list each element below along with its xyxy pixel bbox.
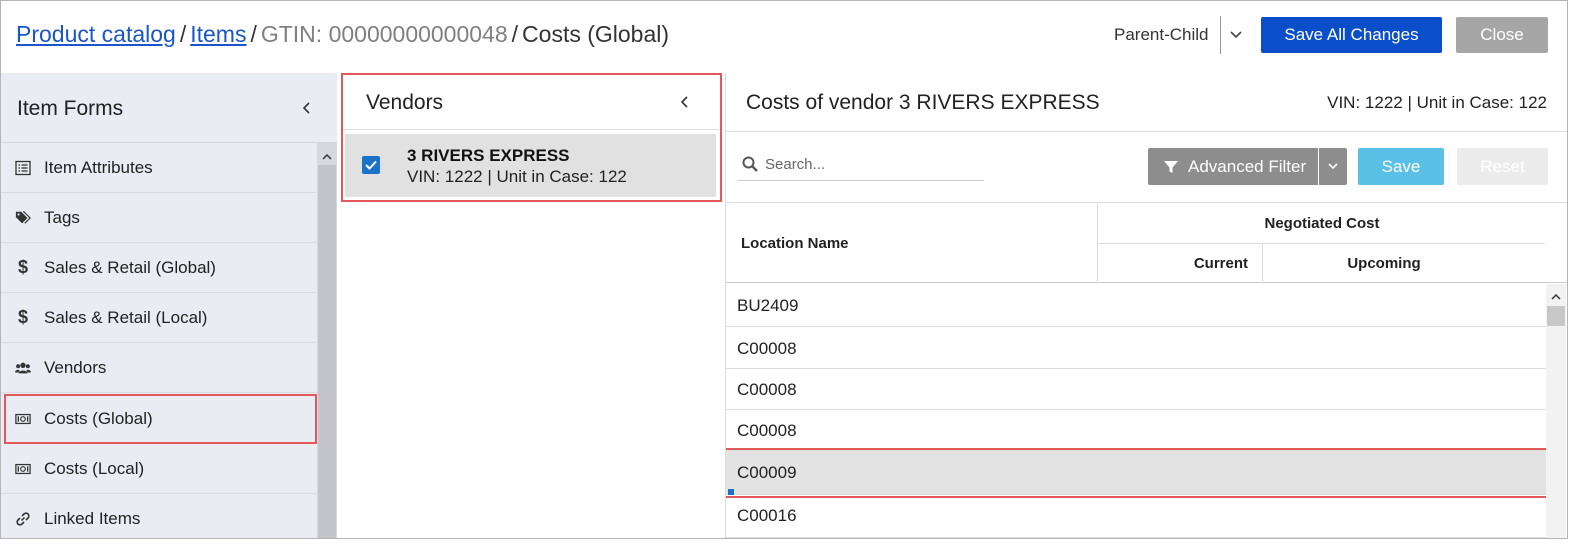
- sidebar-item-linked-items[interactable]: Linked Items: [1, 494, 317, 538]
- advanced-filter-label: Advanced Filter: [1188, 156, 1307, 176]
- item-forms-sidebar: Item Forms Item Attributes Tags $ Sales …: [1, 73, 337, 538]
- sidebar-item-label: Sales & Retail (Local): [44, 307, 208, 327]
- reset-button[interactable]: Reset: [1457, 148, 1548, 185]
- link-icon: [15, 511, 31, 527]
- sidebar-item-costs-global[interactable]: Costs (Global): [4, 394, 317, 444]
- tags-icon: [15, 210, 31, 226]
- app-window: Product catalog / Items / GTIN: 000000000000…: [0, 0, 1568, 539]
- scrollbar-thumb[interactable]: [318, 165, 336, 538]
- sidebar-item-tags[interactable]: Tags: [1, 193, 317, 243]
- page-header: Product catalog / Items / GTIN: 000000000000…: [1, 1, 1567, 73]
- table-scrollbar[interactable]: [1546, 284, 1566, 538]
- filter-icon: [1163, 159, 1179, 175]
- sidebar-item-costs-local[interactable]: Costs (Local): [1, 444, 317, 494]
- column-header-upcoming[interactable]: Upcoming: [1263, 255, 1505, 272]
- sidebar-item-label: Costs (Local): [44, 458, 145, 478]
- breadcrumb: Product catalog / Items / GTIN: 000000000000…: [16, 21, 669, 48]
- sidebar-header: Item Forms: [1, 73, 337, 143]
- breadcrumb-product-catalog[interactable]: Product catalog: [16, 21, 176, 47]
- search-input[interactable]: [765, 151, 980, 177]
- save-all-changes-button[interactable]: Save All Changes: [1261, 17, 1442, 53]
- sidebar-title: Item Forms: [17, 97, 124, 120]
- sidebar-item-label: Sales & Retail (Global): [44, 257, 216, 277]
- sidebar-item-sales-retail-global[interactable]: $ Sales & Retail (Global): [1, 243, 317, 293]
- save-button[interactable]: Save: [1358, 148, 1444, 185]
- list-icon: [15, 160, 31, 176]
- column-group-negotiated-cost: Negotiated Cost: [1264, 215, 1380, 232]
- chevron-down-icon: [1328, 163, 1338, 170]
- vendor-details: VIN: 1222 | Unit in Case: 122: [407, 167, 627, 186]
- search-box: [738, 149, 984, 181]
- chevron-left-icon[interactable]: [298, 99, 316, 117]
- chevron-left-icon[interactable]: [676, 93, 694, 111]
- sidebar-list: Item Attributes Tags $ Sales & Retail (G…: [1, 143, 317, 538]
- sidebar-item-item-attributes[interactable]: Item Attributes: [1, 143, 317, 193]
- costs-title: Costs of vendor 3 RIVERS EXPRESS: [746, 91, 1100, 114]
- money-icon: [15, 411, 31, 427]
- money-icon: [15, 461, 31, 477]
- chevron-down-icon[interactable]: [1227, 23, 1245, 45]
- mode-divider: [1220, 16, 1221, 54]
- vendor-checkbox[interactable]: [362, 156, 380, 174]
- breadcrumb-items[interactable]: Items: [190, 21, 246, 47]
- advanced-filter-button[interactable]: Advanced Filter: [1148, 148, 1318, 185]
- dollar-icon: $: [17, 307, 28, 327]
- column-header-current[interactable]: Current: [1098, 255, 1248, 272]
- vendor-name: 3 RIVERS EXPRESS: [407, 146, 570, 165]
- advanced-filter-dropdown-button[interactable]: [1319, 148, 1347, 185]
- breadcrumb-current: Costs (Global): [522, 21, 670, 47]
- location-cell: BU2409: [737, 296, 799, 315]
- sidebar-item-label: Vendors: [44, 357, 107, 377]
- scrollbar-thumb[interactable]: [1547, 306, 1565, 326]
- table-row[interactable]: C00008: [726, 410, 1546, 451]
- location-cell: C00016: [737, 506, 797, 525]
- row-highlight: [726, 448, 1546, 498]
- table-header: Location Name Negotiated Cost Current Up…: [726, 202, 1567, 283]
- column-header-location[interactable]: Location Name: [741, 235, 849, 252]
- costs-vendor-meta: VIN: 1222 | Unit in Case: 122: [1327, 93, 1547, 112]
- table-row[interactable]: C00016: [726, 495, 1546, 538]
- sidebar-item-label: Tags: [44, 207, 80, 227]
- scroll-up-icon[interactable]: [321, 149, 333, 160]
- costs-panel: Costs of vendor 3 RIVERS EXPRESS VIN: 12…: [725, 73, 1567, 538]
- vendor-card[interactable]: 3 RIVERS EXPRESS VIN: 1222 | Unit in Cas…: [345, 134, 716, 197]
- scroll-up-icon[interactable]: [1550, 289, 1562, 300]
- users-icon: [15, 360, 31, 376]
- location-cell: C00008: [737, 380, 797, 399]
- sidebar-item-label: Costs (Global): [44, 408, 153, 428]
- table-row[interactable]: C00008: [726, 369, 1546, 410]
- mode-label: Parent-Child: [1114, 25, 1209, 44]
- sidebar-item-label: Linked Items: [44, 508, 141, 528]
- divider: [343, 129, 719, 130]
- breadcrumb-gtin: GTIN: 00000000000048: [260, 21, 508, 47]
- breadcrumb-separator: /: [179, 21, 187, 47]
- dollar-icon: $: [17, 257, 28, 277]
- close-button[interactable]: Close: [1456, 17, 1548, 53]
- vendors-panel: Vendors 3 RIVERS EXPRESS VIN: 1222 | Uni…: [337, 73, 725, 538]
- table-row[interactable]: C00008: [726, 327, 1546, 369]
- vendors-title: Vendors: [366, 91, 444, 114]
- location-cell: C00008: [737, 421, 797, 440]
- breadcrumb-separator: /: [250, 21, 257, 47]
- sidebar-item-vendors[interactable]: Vendors: [1, 343, 317, 393]
- breadcrumb-separator: /: [511, 21, 519, 47]
- sidebar-item-sales-retail-local[interactable]: $ Sales & Retail (Local): [1, 293, 317, 343]
- table-row[interactable]: BU2409: [726, 284, 1546, 327]
- location-cell: C00008: [737, 339, 797, 358]
- divider: [1097, 243, 1545, 244]
- sidebar-scrollbar[interactable]: [317, 143, 337, 538]
- search-icon: [741, 155, 759, 173]
- table-body: BU2409 C00008 C00008 C00008 C00009 C0001…: [726, 284, 1546, 538]
- sidebar-item-label: Item Attributes: [44, 157, 153, 177]
- divider: [726, 131, 1567, 132]
